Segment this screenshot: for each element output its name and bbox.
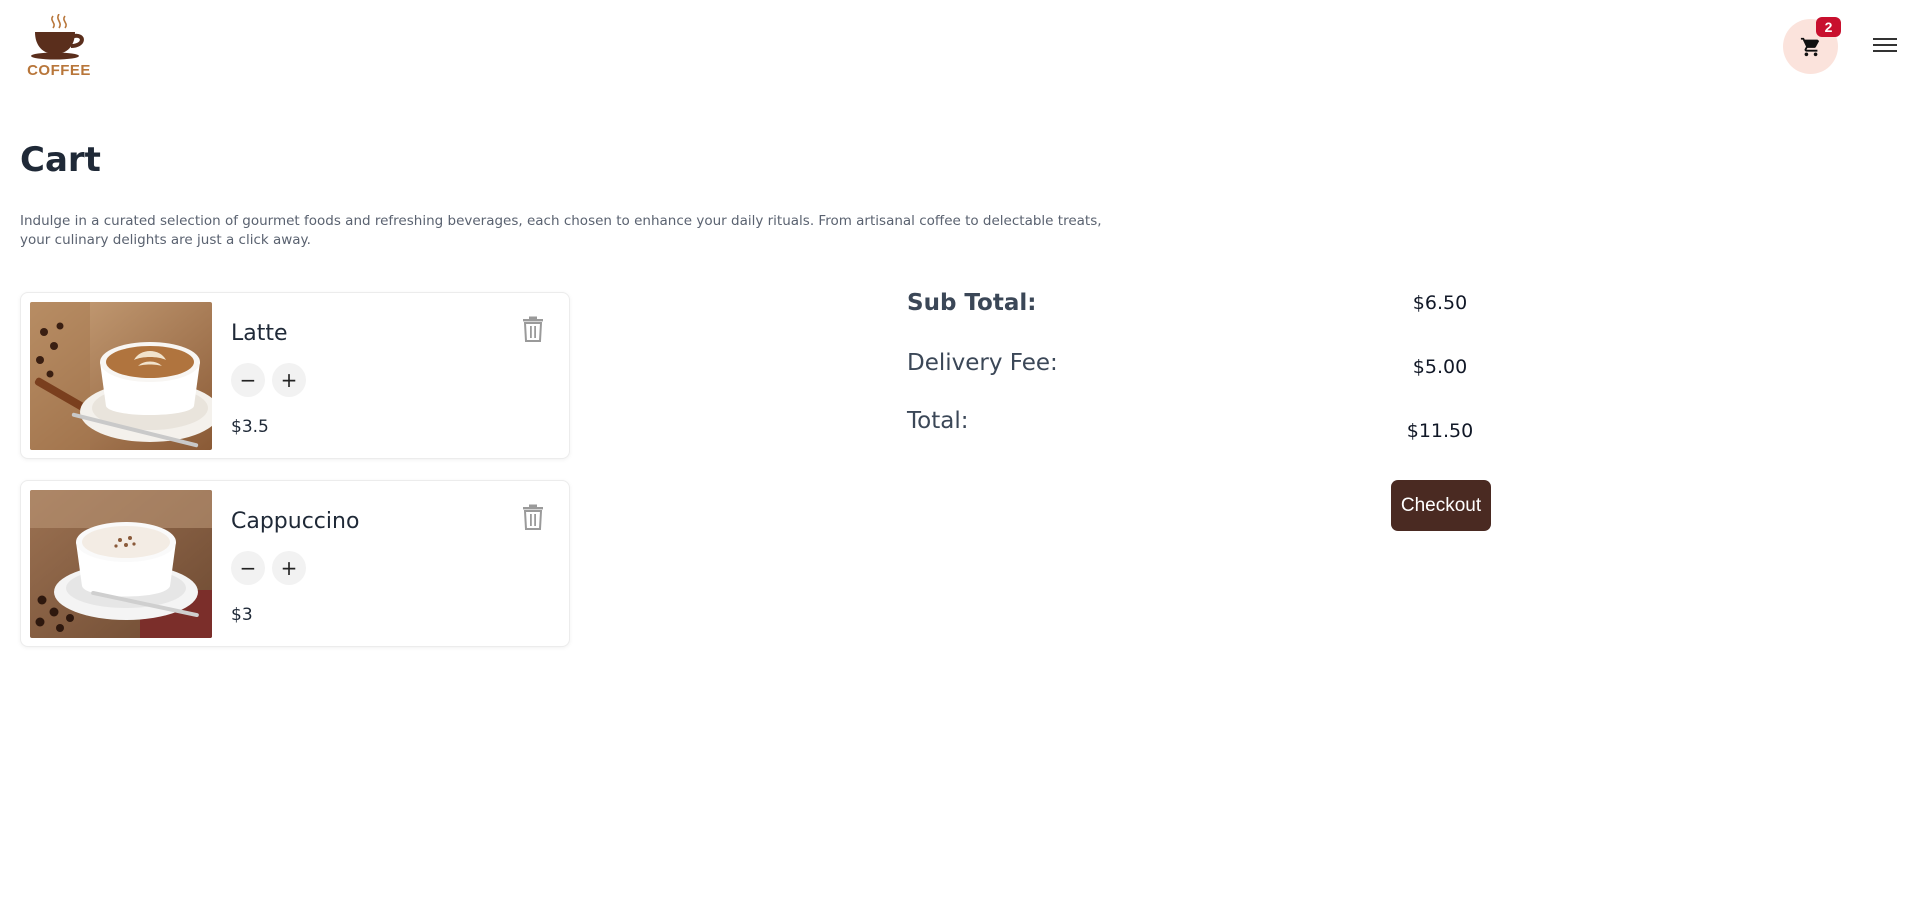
cart-icon bbox=[1800, 37, 1819, 56]
cart-item-latte: Latte − + $3.5 bbox=[20, 292, 570, 459]
item-name: Cappuccino bbox=[231, 509, 360, 534]
coffee-cup-logo-icon bbox=[31, 14, 84, 60]
increase-quantity-button[interactable]: + bbox=[272, 551, 306, 585]
logo[interactable]: COFFEE bbox=[24, 14, 94, 80]
increase-quantity-button[interactable]: + bbox=[272, 363, 306, 397]
logo-text: COFFEE bbox=[27, 62, 91, 79]
delete-item-button[interactable] bbox=[520, 503, 546, 531]
decrease-quantity-button[interactable]: − bbox=[231, 363, 265, 397]
total-value: $11.50 bbox=[1406, 420, 1474, 442]
page-description: Indulge in a curated selection of gourme… bbox=[20, 213, 1102, 248]
latte-image bbox=[30, 302, 212, 450]
subtotal-label: Sub Total: bbox=[907, 290, 1037, 316]
item-price: $3 bbox=[231, 605, 253, 625]
total-label: Total: bbox=[907, 408, 969, 434]
checkout-button[interactable]: Checkout bbox=[1391, 480, 1491, 531]
decrease-quantity-button[interactable]: − bbox=[231, 551, 265, 585]
menu-icon bbox=[1873, 38, 1897, 52]
page-title: Cart bbox=[20, 140, 101, 180]
trash-icon bbox=[523, 504, 543, 530]
cart-count-badge: 2 bbox=[1816, 17, 1841, 37]
cappuccino-image bbox=[30, 490, 212, 638]
delivery-fee-value: $5.00 bbox=[1412, 356, 1468, 378]
menu-button[interactable] bbox=[1870, 30, 1900, 60]
trash-icon bbox=[523, 316, 543, 342]
item-price: $3.5 bbox=[231, 417, 269, 437]
delivery-fee-label: Delivery Fee: bbox=[907, 350, 1058, 376]
item-name: Latte bbox=[231, 321, 288, 346]
cart-button[interactable]: 2 bbox=[1783, 17, 1841, 74]
subtotal-value: $6.50 bbox=[1412, 292, 1468, 314]
delete-item-button[interactable] bbox=[520, 315, 546, 343]
cart-item-cappuccino: Cappuccino − + $3 bbox=[20, 480, 570, 647]
